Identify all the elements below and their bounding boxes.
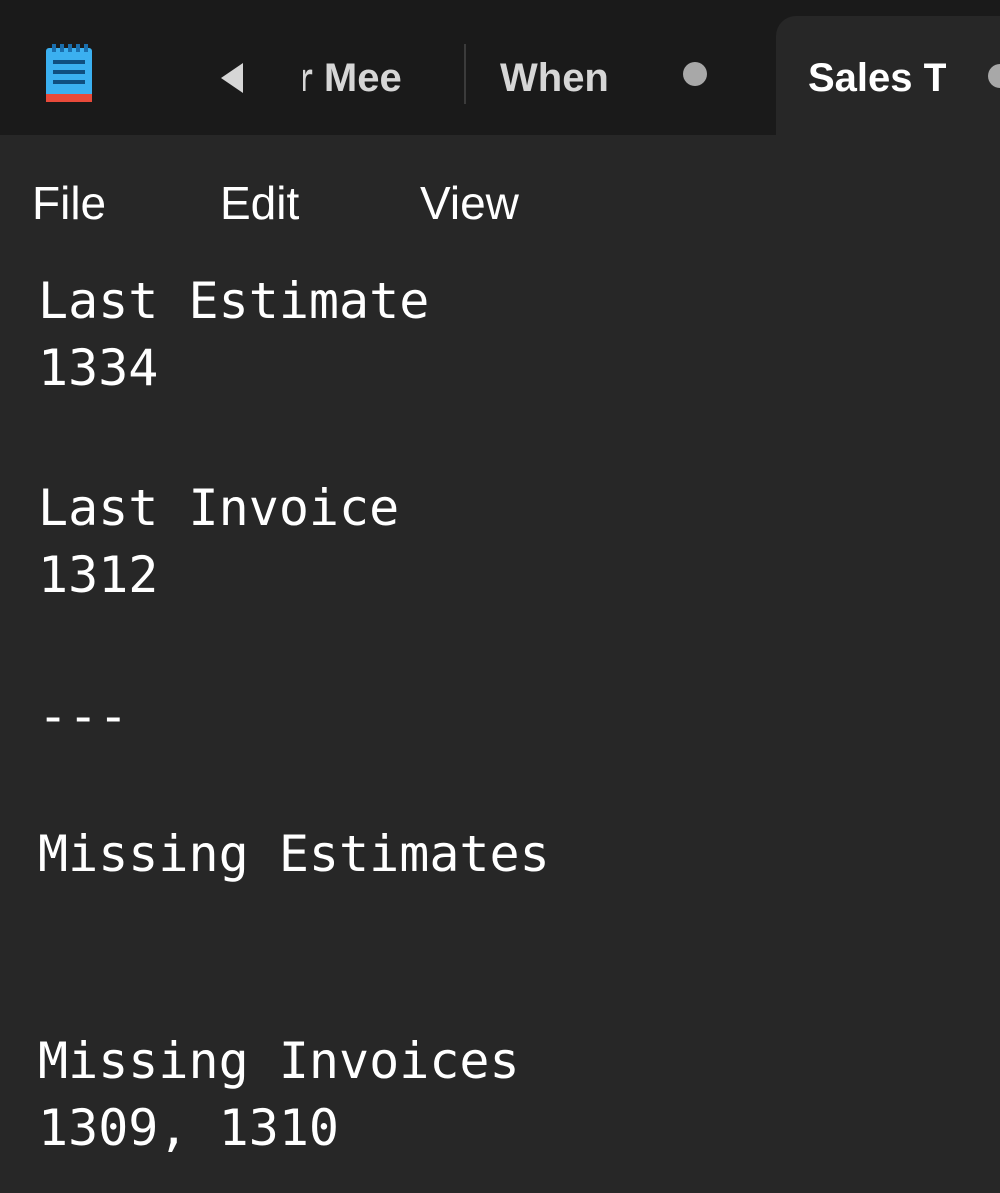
tab-when[interactable]: When: [500, 54, 630, 102]
scroll-tabs-left-button[interactable]: [212, 52, 252, 104]
tab-label: When: [500, 56, 609, 100]
menu-bar: File Edit View: [0, 135, 1000, 263]
menu-view[interactable]: View: [420, 175, 519, 231]
text-line: 1334: [38, 339, 159, 397]
menu-edit[interactable]: Edit: [220, 175, 299, 231]
notepad-window: er Mee When Sales T File Edit View Last …: [0, 0, 1000, 1193]
tab-label: Sales T: [808, 56, 946, 100]
text-line: Last Invoice: [38, 479, 400, 537]
tab-winter-meet[interactable]: er Mee: [303, 54, 449, 102]
tab-label: er Mee: [303, 56, 402, 100]
text-line: 1309, 1310: [38, 1099, 340, 1157]
text-line: Missing Invoices: [38, 1032, 520, 1090]
text-line: ---: [38, 687, 129, 745]
chevron-left-icon: [221, 63, 243, 93]
text-line: 1312: [38, 546, 159, 604]
text-line: Last Estimate: [38, 272, 430, 330]
title-bar: er Mee When Sales T: [0, 0, 1000, 135]
text-editor[interactable]: Last Estimate 1334 Last Invoice 1312 ---…: [0, 263, 1000, 1193]
menu-file[interactable]: File: [32, 175, 106, 231]
notepad-icon: [44, 42, 94, 104]
text-line: Missing Estimates: [38, 825, 550, 883]
unsaved-dot-icon[interactable]: [683, 62, 707, 86]
unsaved-dot-icon[interactable]: [988, 64, 1000, 88]
tab-divider: [464, 44, 466, 104]
tab-sales-active[interactable]: Sales T: [776, 16, 1000, 135]
